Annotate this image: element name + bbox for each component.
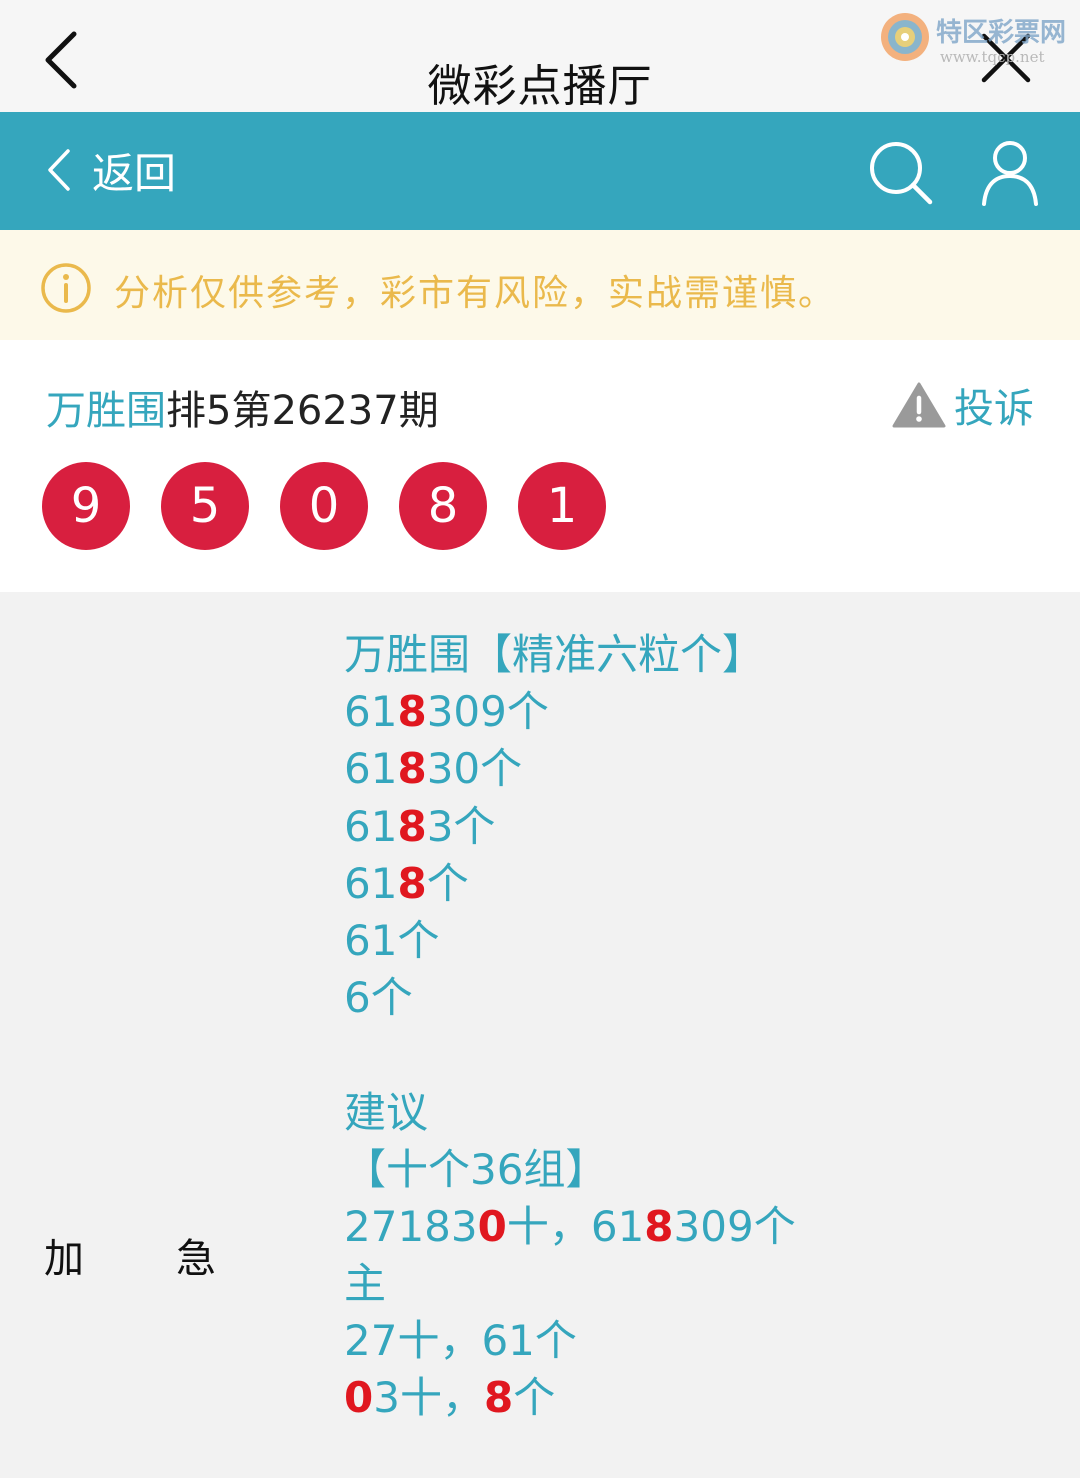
content-text: 61 (344, 801, 398, 851)
highlight-digit: 8 (644, 1201, 674, 1251)
content-line: 万胜围【精准六粒个】 (344, 626, 796, 683)
watermark-name: 特区彩票网 (936, 18, 1067, 48)
content-line: 618309个 (344, 683, 796, 740)
content-line: 61个 (344, 912, 796, 969)
content-text: 61 (344, 687, 398, 737)
content-text: 61个 (344, 915, 440, 965)
content-line: 03十，8个 (344, 1369, 796, 1426)
content-text: 309个 (426, 687, 549, 737)
content-line: 主 (344, 1255, 796, 1312)
report-label: 投诉 (954, 386, 1034, 432)
content-text: 【十个36组】 (344, 1144, 608, 1194)
side-label-right: 急 (176, 1236, 216, 1282)
ball: 9 (42, 462, 130, 550)
issue-number: 排5第26237期 (166, 388, 439, 434)
highlight-digit: 8 (483, 1373, 514, 1423)
highlight-digit: 8 (397, 687, 427, 737)
content-text: 30个 (426, 744, 523, 794)
content-text: 3十， (373, 1373, 484, 1423)
content-line: 61830个 (344, 740, 796, 797)
ball: 5 (161, 462, 249, 550)
prediction-content: 万胜围【精准六粒个】 618309个 61830个 6183个 618个 61个 6个 建议【… (344, 626, 796, 1427)
content-line: 6个 (344, 969, 796, 1026)
side-label-left: 加 (44, 1236, 84, 1282)
watermark-url: www.tqcp.net (940, 48, 1045, 66)
nav-bar: 返回 (0, 112, 1080, 230)
watermark-logo-icon (881, 13, 929, 61)
ball: 0 (280, 462, 368, 550)
content-text: 建议 (344, 1087, 429, 1137)
highlight-digit: 0 (477, 1201, 507, 1251)
back-button[interactable]: 返回 (44, 140, 176, 200)
draw-panel: 万胜围排5第26237期 投诉 9 5 0 8 1 (0, 340, 1080, 592)
content-line (344, 1026, 796, 1083)
highlight-digit: 8 (397, 744, 427, 794)
content-line: 27十，61个 (344, 1312, 796, 1369)
content-text: 3个 (426, 801, 496, 851)
report-button[interactable]: 投诉 (892, 376, 1034, 434)
content-line: 建议 (344, 1084, 796, 1141)
issue-title: 万胜围排5第26237期 (46, 378, 439, 436)
ball: 1 (518, 462, 606, 550)
risk-notice: 分析仅供参考，彩市有风险，实战需谨慎。 (0, 230, 1080, 340)
content-line: 618个 (344, 855, 796, 912)
content-line: 【十个36组】 (344, 1141, 796, 1198)
notice-text: 分析仅供参考，彩市有风险，实战需谨慎。 (114, 273, 837, 314)
content-text: 个 (426, 858, 469, 908)
watermark: 特区彩票网 www.tqcp.net (878, 8, 1074, 68)
highlight-digit: 0 (344, 1373, 374, 1423)
chevron-left-icon (48, 149, 70, 191)
warning-icon (892, 382, 946, 428)
content-text: 309个 (673, 1201, 796, 1251)
back-label: 返回 (92, 148, 177, 198)
content-text: 27183 (344, 1201, 478, 1251)
author-name[interactable]: 万胜围 (46, 388, 166, 434)
content-line: 271830十，618309个 (344, 1198, 796, 1255)
content-line: 6183个 (344, 798, 796, 855)
highlight-digit: 8 (397, 858, 427, 908)
content-text: 61 (344, 744, 398, 794)
content-text: 27十，61个 (344, 1316, 577, 1366)
content-text: 个 (513, 1373, 556, 1423)
content-text: 万胜围【精准六粒个】 (344, 630, 765, 679)
draw-balls: 9 5 0 8 1 (42, 462, 637, 550)
content-text: 主 (344, 1259, 387, 1309)
content-text: 6个 (344, 973, 413, 1023)
info-icon (41, 263, 91, 313)
content-text: 61 (344, 858, 398, 908)
search-icon[interactable] (868, 140, 934, 206)
content-text: 十，61 (506, 1201, 645, 1251)
user-icon[interactable] (980, 138, 1040, 208)
ball: 8 (399, 462, 487, 550)
highlight-digit: 8 (397, 801, 427, 851)
